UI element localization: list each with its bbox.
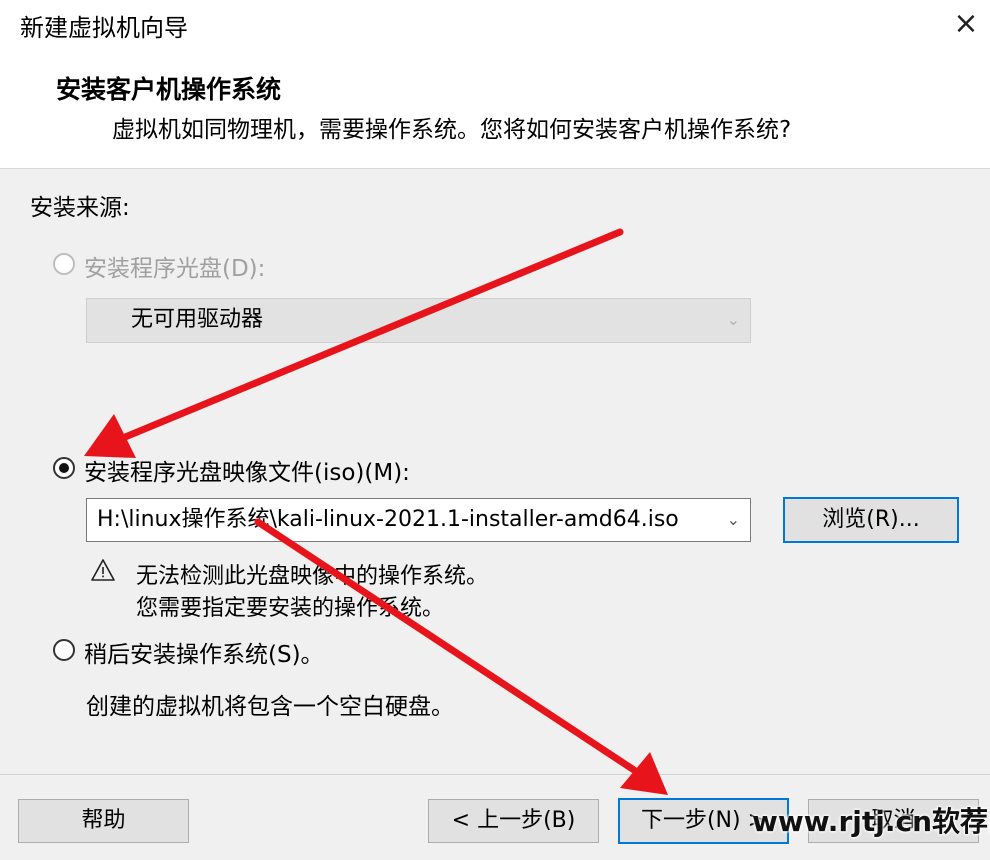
page-title: 安装客户机操作系统: [56, 75, 282, 104]
install-source-label: 安装来源:: [30, 195, 130, 221]
warning-text-line1: 无法检测此光盘映像中的操作系统。: [136, 564, 489, 589]
install-later-description: 创建的虚拟机将包含一个空白硬盘。: [86, 694, 454, 720]
footer-divider: [0, 774, 990, 775]
drive-select-value: 无可用驱动器: [131, 307, 264, 332]
iso-image-label: 安装程序光盘映像文件(iso)(M):: [84, 460, 410, 486]
page-subtitle: 虚拟机如同物理机，需要操作系统。您将如何安装客户机操作系统?: [112, 117, 792, 143]
warning-icon: [91, 559, 115, 581]
iso-path-value: H:\linux操作系统\kali-linux-2021.1-installer…: [97, 507, 679, 532]
install-later-radio[interactable]: [53, 639, 75, 661]
chevron-down-icon: ⌄: [726, 310, 740, 329]
iso-path-combobox[interactable]: H:\linux操作系统\kali-linux-2021.1-installer…: [86, 498, 751, 542]
chevron-down-icon: ⌄: [726, 510, 740, 529]
warning-text-line2: 您需要指定要安装的操作系统。: [136, 596, 445, 621]
drive-select[interactable]: 无可用驱动器 ⌄: [86, 298, 751, 343]
close-icon[interactable]: ×: [946, 4, 986, 44]
installer-disc-label: 安装程序光盘(D):: [84, 256, 266, 282]
window-title: 新建虚拟机向导: [20, 14, 188, 42]
back-button[interactable]: < 上一步(B): [428, 799, 599, 843]
installer-disc-radio[interactable]: [53, 253, 75, 275]
install-later-label: 稍后安装操作系统(S)。: [84, 642, 324, 668]
iso-image-radio[interactable]: [53, 457, 75, 479]
watermark: www.rjtj.cn软荐网: [752, 805, 990, 838]
help-button[interactable]: 帮助: [18, 799, 189, 843]
browse-button[interactable]: 浏览(R)...: [783, 497, 959, 543]
